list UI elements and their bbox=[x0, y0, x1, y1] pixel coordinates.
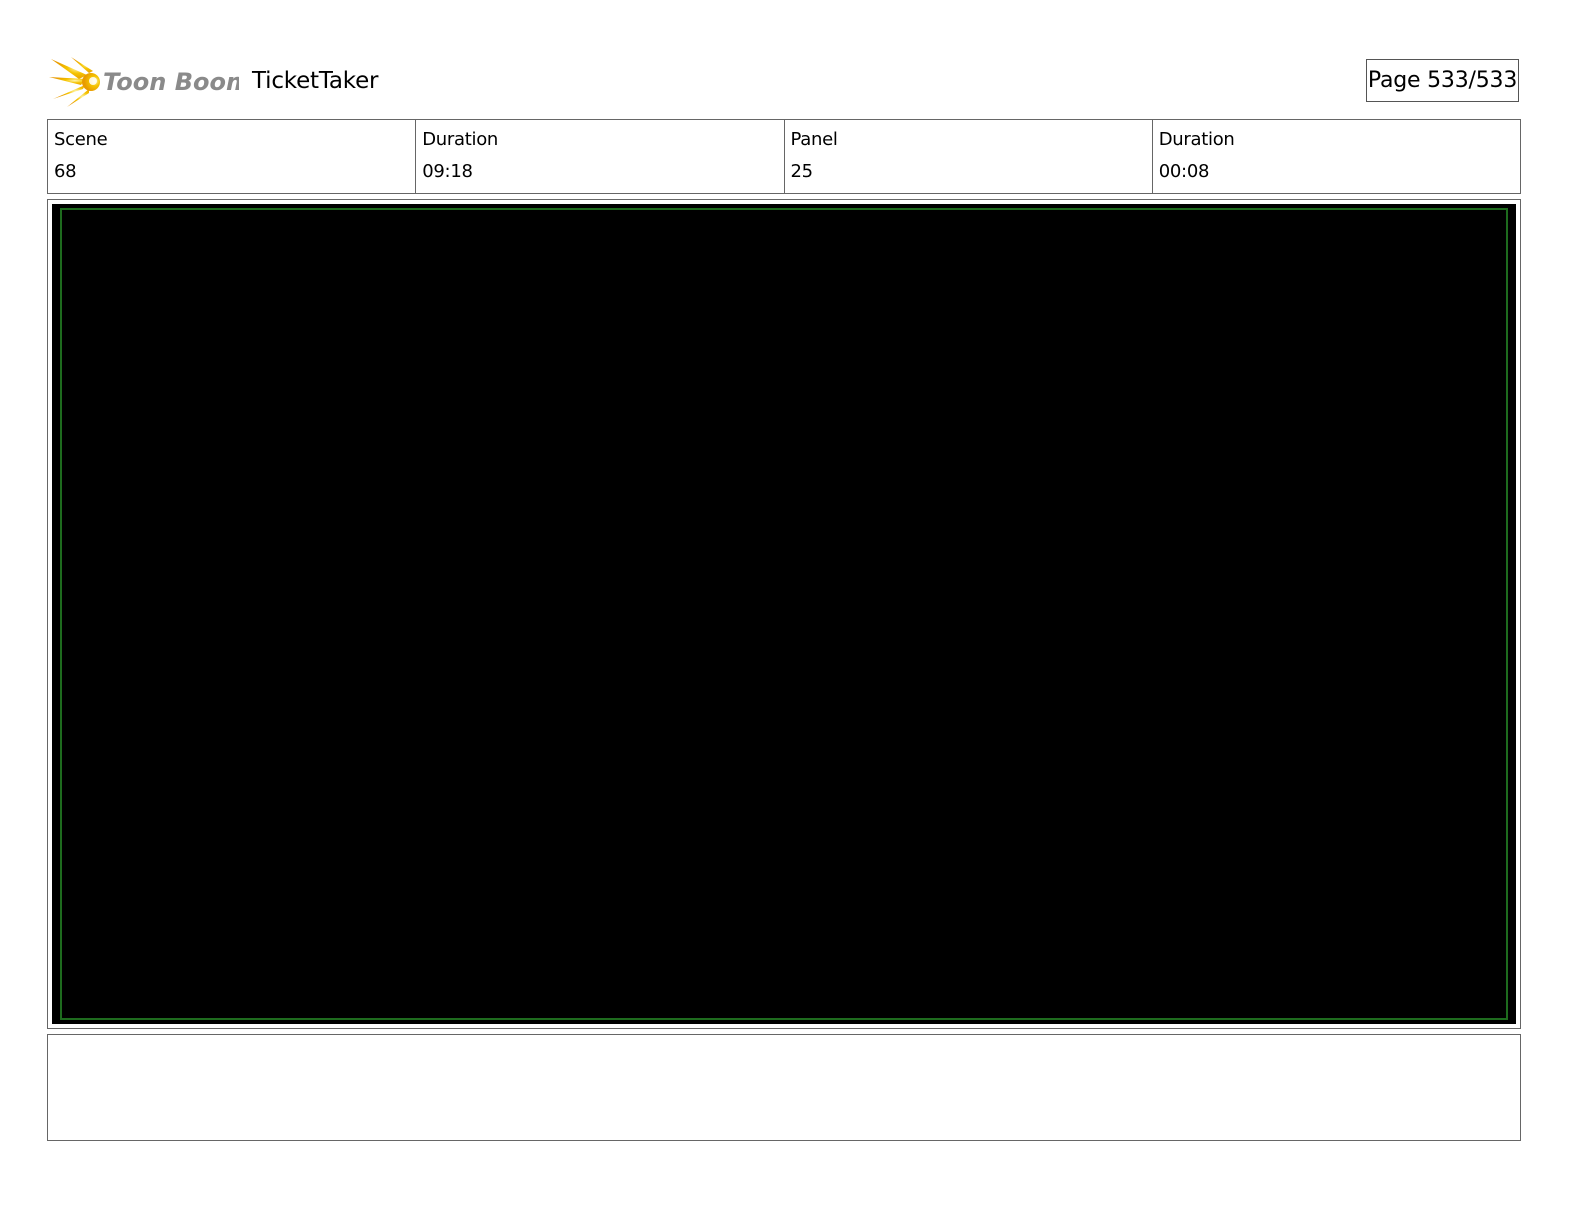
panel-frame bbox=[47, 199, 1521, 1029]
panel-duration-value: 00:08 bbox=[1158, 161, 1210, 182]
panel-value: 25 bbox=[790, 161, 814, 182]
panel-info-table: Scene 68 Duration 09:18 Panel 25 Duratio… bbox=[47, 119, 1521, 194]
scene-cell: Scene 68 bbox=[48, 120, 417, 193]
scene-label: Scene bbox=[54, 129, 108, 150]
panel-image bbox=[52, 204, 1516, 1024]
project-title: TicketTaker bbox=[252, 68, 379, 94]
scene-duration-cell: Duration 09:18 bbox=[416, 120, 785, 193]
panel-duration-cell: Duration 00:08 bbox=[1153, 120, 1520, 193]
scene-duration-value: 09:18 bbox=[422, 161, 473, 182]
scene-value: 68 bbox=[54, 161, 77, 182]
scene-duration-label: Duration bbox=[422, 129, 499, 150]
panel-duration-label: Duration bbox=[1158, 129, 1235, 150]
page-number: Page 533/533 bbox=[1366, 59, 1519, 102]
safe-area-guide bbox=[60, 208, 1508, 1020]
panel-label: Panel bbox=[790, 129, 838, 150]
logo-wordmark: Toon Boom bbox=[103, 68, 239, 96]
toon-boom-star-icon: Toon Boom bbox=[49, 57, 239, 107]
panel-notes bbox=[47, 1034, 1521, 1141]
toon-boom-logo: Toon Boom bbox=[49, 55, 239, 109]
panel-cell: Panel 25 bbox=[785, 120, 1153, 193]
